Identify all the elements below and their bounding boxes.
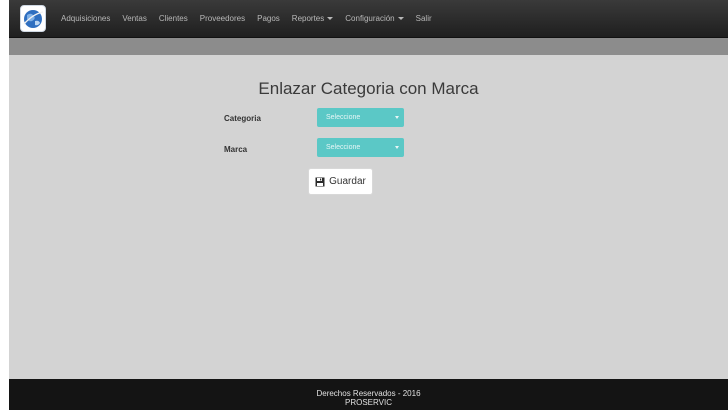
sub-header-bar (9, 38, 728, 55)
app-logo[interactable] (20, 5, 46, 32)
nav-adquisiciones[interactable]: Adquisiciones (61, 14, 110, 23)
footer-company: PROSERVIC (345, 398, 392, 407)
globe-logo-icon (23, 10, 44, 28)
main-nav: Adquisiciones Ventas Clientes Proveedore… (61, 0, 444, 37)
marca-select[interactable]: Seleccione (317, 138, 404, 157)
nav-configuracion-label: Configuración (345, 14, 395, 23)
floppy-disk-icon (315, 177, 325, 186)
top-navbar: Adquisiciones Ventas Clientes Proveedore… (9, 0, 728, 38)
nav-clientes[interactable]: Clientes (159, 14, 188, 23)
app-frame: Adquisiciones Ventas Clientes Proveedore… (9, 0, 728, 410)
caret-down-icon (397, 17, 404, 21)
categoria-select-value: Seleccione (326, 114, 361, 121)
categoria-select[interactable]: Seleccione (317, 108, 404, 127)
marca-label: Marca (224, 145, 248, 154)
nav-pagos[interactable]: Pagos (257, 14, 280, 23)
guardar-button[interactable]: Guardar (308, 168, 373, 195)
caret-down-icon (327, 17, 334, 21)
nav-configuracion-dropdown[interactable]: Configuración (345, 14, 404, 23)
guardar-button-label: Guardar (329, 176, 366, 187)
marca-select-value: Seleccione (326, 144, 361, 151)
chevron-down-icon (395, 116, 399, 119)
categoria-label: Categoria (224, 114, 261, 123)
nav-reportes-label: Reportes (291, 14, 325, 23)
nav-ventas[interactable]: Ventas (122, 14, 146, 23)
footer-copyright: Derechos Reservados - 2016 (316, 389, 421, 398)
chevron-down-icon (395, 146, 399, 149)
nav-reportes-dropdown[interactable]: Reportes (291, 14, 334, 23)
nav-salir[interactable]: Salir (416, 14, 432, 23)
page-title: Enlazar Categoria con Marca (258, 79, 479, 98)
nav-proveedores[interactable]: Proveedores (200, 14, 245, 23)
page-footer: Derechos Reservados - 2016 PROSERVIC (9, 379, 728, 410)
